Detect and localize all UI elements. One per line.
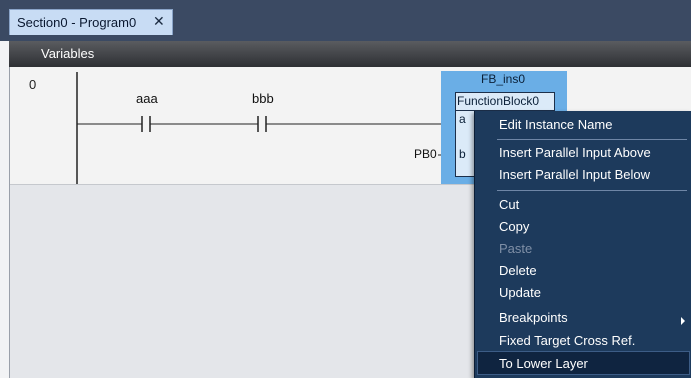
fb-input-pin-b[interactable]: b xyxy=(459,147,466,161)
submenu-arrow-icon xyxy=(681,317,685,325)
menu-item-cut[interactable]: Cut xyxy=(499,197,519,212)
menu-item-update[interactable]: Update xyxy=(499,285,541,300)
menu-item-insert-parallel-input-below[interactable]: Insert Parallel Input Below xyxy=(499,167,650,182)
menu-item-copy[interactable]: Copy xyxy=(499,219,529,234)
menu-item-paste: Paste xyxy=(499,241,533,256)
menu-separator xyxy=(497,139,687,140)
menu-item-breakpoints[interactable]: Breakpoints xyxy=(499,310,568,325)
fb-input-pin-a[interactable]: a xyxy=(459,112,466,126)
menu-item-insert-parallel-input-above[interactable]: Insert Parallel Input Above xyxy=(499,145,651,160)
menu-item-to-lower-layer[interactable]: To Lower Layer xyxy=(499,356,588,371)
menu-separator xyxy=(497,190,687,191)
fb-instance-name[interactable]: FB_ins0 xyxy=(481,72,525,86)
fb-type-name: FunctionBlock0 xyxy=(457,94,540,108)
input-variable-pb0[interactable]: PB0 xyxy=(414,147,437,161)
contact-label-bbb[interactable]: bbb xyxy=(252,91,274,106)
menu-item-delete[interactable]: Delete xyxy=(499,263,537,278)
menu-item-fixed-target-cross-ref[interactable]: Fixed Target Cross Ref. xyxy=(499,333,635,348)
menu-item-edit-instance-name[interactable]: Edit Instance Name xyxy=(499,117,612,132)
context-menu: Edit Instance Name Insert Parallel Input… xyxy=(474,111,691,378)
contact-label-aaa[interactable]: aaa xyxy=(136,91,158,106)
